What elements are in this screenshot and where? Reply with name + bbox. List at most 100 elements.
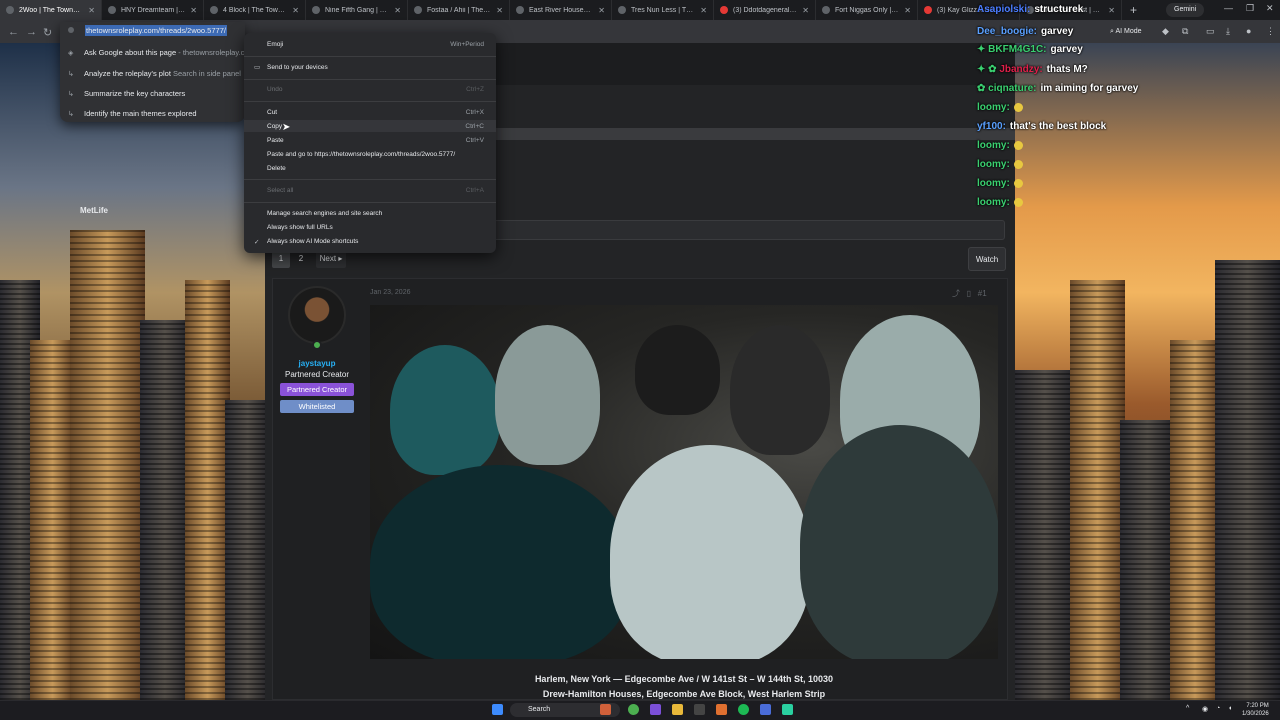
- app-icon[interactable]: [782, 704, 793, 715]
- download-icon[interactable]: ⤓: [1226, 26, 1230, 37]
- suggestion-identify-themes[interactable]: ↳ Identify the main themes explored: [68, 109, 197, 118]
- tab-strip: 2Woo | The Towns Rolep ✕ HNY Dreamteam | …: [0, 0, 1280, 20]
- tab-title: 2Woo | The Towns Rolep: [19, 6, 84, 14]
- tab-title: Fort Niggas Only | The T: [835, 6, 899, 14]
- menu-item-show-full-urls[interactable]: Always show full URLs: [267, 224, 333, 231]
- chat-text: garvey: [1050, 44, 1083, 55]
- tab-fort-niggas-only[interactable]: Fort Niggas Only | The T ✕: [816, 0, 918, 20]
- close-icon[interactable]: ✕: [1108, 6, 1115, 15]
- volume-icon[interactable]: ◖: [1228, 705, 1232, 712]
- chat-message: ✦ BKFM4G1C: garvey: [977, 44, 1083, 55]
- post-username[interactable]: jaystayup: [280, 359, 354, 368]
- ai-mode-button[interactable]: ⌕ AI Mode: [1104, 25, 1148, 39]
- system-clock[interactable]: 7:20 PM 1/30/2026: [1242, 702, 1269, 718]
- reload-icon[interactable]: ↻: [43, 26, 52, 39]
- gemini-button[interactable]: Gemini: [1166, 3, 1205, 17]
- menu-item-cut[interactable]: Cut: [267, 109, 277, 116]
- site-info-icon[interactable]: [68, 27, 74, 33]
- menu-item-manage-search-engines[interactable]: Manage search engines and site search: [267, 210, 382, 217]
- chat-text: structurek: [1034, 4, 1084, 15]
- menu-icon[interactable]: ⋮: [1266, 26, 1275, 37]
- chat-message: ✿ ciqnature: im aiming for garvey: [977, 83, 1138, 94]
- menu-item-paste-and-go[interactable]: Paste and go to https://thetownsroleplay…: [267, 151, 455, 158]
- menu-item-paste[interactable]: Paste: [267, 137, 284, 144]
- watch-button[interactable]: Watch: [968, 247, 1006, 271]
- wifi-icon[interactable]: ◔: [1216, 705, 1220, 712]
- file-explorer-icon[interactable]: [672, 704, 683, 715]
- discord-icon[interactable]: [650, 704, 661, 715]
- tab-nine-fifth-gang[interactable]: Nine Fifth Gang | The To ✕: [306, 0, 408, 20]
- windows-start-icon[interactable]: [492, 704, 503, 715]
- chrome-icon[interactable]: [628, 704, 639, 715]
- suggestion-label: Ask Google about this page: [84, 48, 177, 57]
- chat-text: garvey: [1041, 26, 1074, 37]
- network-icon[interactable]: ◉: [1202, 705, 1208, 713]
- app-icon[interactable]: [694, 704, 705, 715]
- spotify-icon[interactable]: [738, 704, 749, 715]
- app-icon[interactable]: [716, 704, 727, 715]
- close-icon[interactable]: ✕: [802, 6, 809, 15]
- menu-item-ai-mode-shortcuts[interactable]: Always show AI Mode shortcuts: [267, 238, 358, 245]
- menu-item-send-to-devices[interactable]: Send to your devices: [267, 64, 328, 71]
- close-icon[interactable]: ✕: [904, 6, 911, 15]
- close-icon[interactable]: ✕: [292, 6, 299, 15]
- address-bar[interactable]: thetownsroleplay.com/threads/2woo.5777/: [85, 25, 227, 36]
- devices-icon: ▭: [254, 64, 261, 71]
- menu-item-emoji[interactable]: Emoji: [267, 41, 283, 48]
- close-icon[interactable]: ✕: [700, 6, 707, 15]
- ai-mode-label: AI Mode: [1115, 28, 1142, 35]
- clock-time: 7:20 PM: [1246, 703, 1269, 709]
- close-icon[interactable]: ✕: [88, 6, 95, 15]
- suggestion-analyze-plot[interactable]: ↳ Analyze the roleplay's plot Search in s…: [68, 69, 241, 78]
- share-icon[interactable]: ⤴: [952, 289, 960, 298]
- extension-icon[interactable]: ◆: [1162, 26, 1169, 37]
- building: [1070, 280, 1125, 700]
- menu-item-delete[interactable]: Delete: [267, 165, 286, 172]
- suggestion-ask-google[interactable]: ◈ Ask Google about this page - thetownsro…: [68, 48, 249, 57]
- mouse-cursor-icon: ➤: [282, 122, 291, 133]
- menu-item-select-all: Select all: [267, 187, 294, 194]
- tab-4-block[interactable]: 4 Block | The Towns Role ✕: [204, 0, 306, 20]
- chevron-up-icon[interactable]: ^: [1186, 705, 1189, 712]
- extensions-puzzle-icon[interactable]: ⧉: [1182, 26, 1188, 37]
- tab-fostaa-ahii[interactable]: Fostaa / Ahii | The Town ✕: [408, 0, 510, 20]
- menu-item-undo: Undo: [267, 86, 283, 93]
- tab-hny-dreamteam[interactable]: HNY Dreamteam | The T ✕: [102, 0, 204, 20]
- back-icon[interactable]: ←: [8, 26, 19, 38]
- forward-icon[interactable]: →: [26, 26, 37, 38]
- emote-icon: [1013, 197, 1023, 207]
- new-tab-icon[interactable]: +: [1122, 3, 1145, 17]
- tab-tres-nun-less[interactable]: Tres Nun Less | The Tow ✕: [612, 0, 714, 20]
- post-image[interactable]: [370, 305, 998, 659]
- close-icon[interactable]: ✕: [598, 6, 605, 15]
- site-favicon-icon: [618, 6, 626, 14]
- sidepanel-icon[interactable]: ▭: [1206, 26, 1215, 37]
- chat-message: loomy:: [977, 140, 1023, 151]
- chat-username: Jbandzy:: [999, 64, 1043, 75]
- close-icon[interactable]: ✕: [496, 6, 503, 15]
- close-icon[interactable]: ✕: [394, 6, 401, 15]
- app-icon[interactable]: [760, 704, 771, 715]
- avatar[interactable]: [288, 286, 346, 344]
- maximize-icon[interactable]: ❐: [1246, 3, 1254, 14]
- minimize-icon[interactable]: —: [1224, 3, 1233, 13]
- post-number[interactable]: #1: [978, 289, 987, 298]
- close-window-icon[interactable]: ✕: [1266, 3, 1274, 14]
- site-favicon-icon: [108, 6, 116, 14]
- tab-title: 4 Block | The Towns Role: [223, 6, 287, 14]
- emote-icon: [1013, 140, 1023, 150]
- profile-icon[interactable]: ●: [1246, 26, 1251, 36]
- post-date[interactable]: Jan 23, 2026: [370, 289, 410, 296]
- tab-ddotdageneral[interactable]: (3) Ddotdageneral x F8 a ✕: [714, 0, 816, 20]
- close-icon[interactable]: ✕: [190, 6, 197, 15]
- menu-item-copy[interactable]: Copy: [267, 123, 282, 130]
- site-favicon-icon: [414, 6, 422, 14]
- address-url[interactable]: thetownsroleplay.com/threads/2woo.5777/: [85, 25, 227, 36]
- menu-separator: [244, 79, 496, 80]
- chat-username: Dee_boogie:: [977, 26, 1038, 37]
- tab-east-river-houses[interactable]: East River Houses | The ✕: [510, 0, 612, 20]
- suggestion-summarize-characters[interactable]: ↳ Summarize the key characters: [68, 89, 185, 98]
- widget-icon[interactable]: [600, 704, 611, 715]
- tab-2woo[interactable]: 2Woo | The Towns Rolep ✕: [0, 0, 102, 20]
- bookmark-icon[interactable]: ▯: [967, 289, 971, 298]
